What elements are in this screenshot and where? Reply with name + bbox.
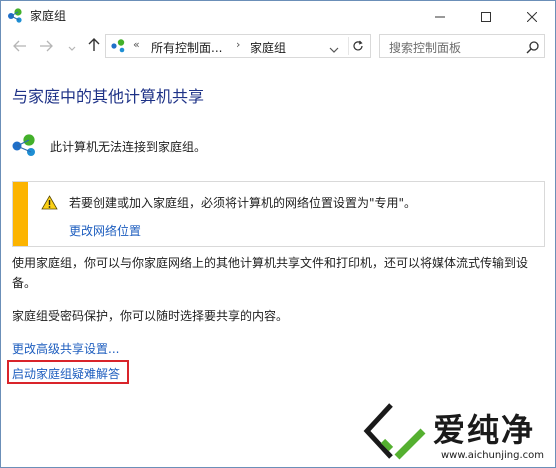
page-title: 与家庭中的其他计算机共享 (12, 87, 205, 106)
address-overflow-chevron[interactable]: « (133, 38, 140, 51)
homegroup-troubleshooter-link[interactable]: 启动家庭组疑难解答 (12, 365, 120, 382)
search-input[interactable]: 搜索控制面板 (389, 39, 461, 56)
homegroup-icon (12, 133, 40, 157)
search-icon[interactable] (526, 39, 540, 54)
arrow-right-icon (39, 37, 53, 56)
up-button[interactable] (85, 37, 103, 55)
refresh-icon (352, 37, 364, 56)
homegroup-icon (7, 7, 25, 25)
address-bar[interactable]: « 所有控制面... › 家庭组 (105, 34, 371, 58)
recent-locations-button[interactable] (63, 37, 81, 55)
homegroup-status: 此计算机无法连接到家庭组。 (50, 140, 207, 154)
watermark-text: 爱纯净 (433, 411, 536, 449)
warning-panel: 若要创建或加入家庭组，必须将计算机的网络位置设置为"专用"。 更改网络位置 (12, 181, 545, 247)
close-button[interactable] (509, 1, 555, 31)
watermark-logo (361, 401, 429, 463)
breadcrumb-homegroup[interactable]: 家庭组 (250, 39, 286, 56)
minimize-button[interactable] (417, 1, 463, 31)
homegroup-description: 使用家庭组，你可以与你家庭网络上的其他计算机共享文件和打印机，还可以将媒体流式传… (12, 256, 529, 290)
search-box[interactable]: 搜索控制面板 (379, 34, 545, 58)
control-panel-window: 家庭组 « 所有控制面... › 家庭组 搜索控制面板 与家庭中的其他计算机共享… (0, 0, 556, 468)
maximize-button[interactable] (463, 1, 509, 31)
forward-button[interactable] (37, 37, 55, 55)
arrow-up-icon (88, 37, 100, 56)
navigation-bar: « 所有控制面... › 家庭组 搜索控制面板 (1, 31, 555, 61)
breadcrumb-separator[interactable]: › (236, 38, 240, 51)
maximize-icon (481, 7, 491, 26)
warning-icon (41, 195, 58, 210)
close-icon (526, 7, 538, 26)
watermark-url: www.aichunjing.com (441, 450, 544, 461)
chevron-down-icon[interactable] (328, 41, 340, 53)
change-network-location-link[interactable]: 更改网络位置 (69, 222, 141, 239)
arrow-left-icon (13, 37, 27, 56)
back-button[interactable] (11, 37, 29, 55)
advanced-sharing-settings-link[interactable]: 更改高级共享设置... (12, 340, 119, 357)
homegroup-icon (110, 38, 128, 54)
password-note: 家庭组受密码保护，你可以随时选择要共享的内容。 (12, 309, 289, 323)
warning-message: 若要创建或加入家庭组，必须将计算机的网络位置设置为"专用"。 (69, 196, 417, 210)
minimize-icon (435, 7, 445, 26)
window-title: 家庭组 (30, 9, 67, 23)
breadcrumb-all-control-panel[interactable]: 所有控制面... (151, 39, 222, 56)
warning-accent-bar (13, 182, 28, 246)
refresh-button[interactable] (348, 37, 366, 55)
title-bar[interactable]: 家庭组 (1, 1, 555, 31)
chevron-down-icon (68, 37, 76, 56)
